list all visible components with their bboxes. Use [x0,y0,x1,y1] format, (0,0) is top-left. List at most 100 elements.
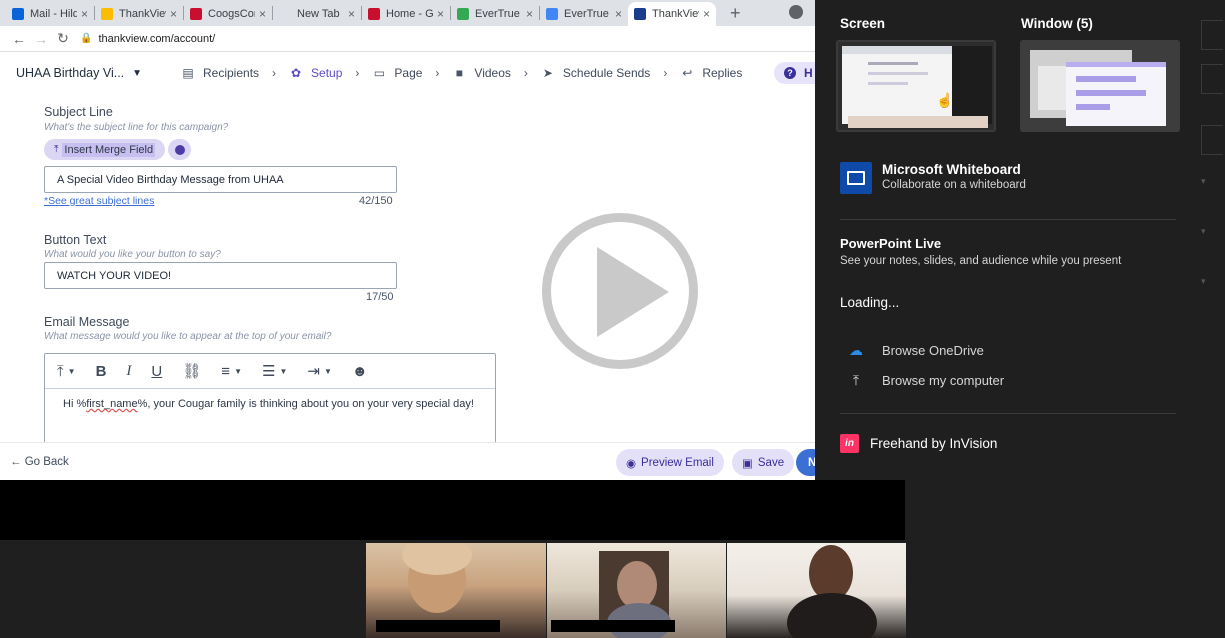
indent-icon[interactable]: ⇥ ▼ [307,362,332,380]
preview-email-button[interactable]: ◉ Preview Email [616,449,724,476]
play-triangle [597,247,669,337]
close-icon[interactable]: × [615,7,622,21]
browse-computer-label: Browse my computer [882,373,1005,388]
teams-side-edge: ▾ ▾ ▾ [1201,0,1225,638]
browser-tab[interactable]: EverTrue Ur × [451,2,539,26]
onedrive-cloud-icon: ☁ [849,342,863,358]
edge-control [1201,64,1223,94]
tab-favicon-icon [457,8,469,20]
whiteboard-icon [840,162,872,194]
step-setup[interactable]: ✿ Setup [289,66,342,80]
thumbnail-video-strip [848,116,988,128]
url-field[interactable]: 🔒 thankview.com/account/ [80,33,215,45]
close-icon[interactable]: × [259,7,266,21]
thumbnail-line [868,82,908,85]
browser-window: Mail - Hilde×ThankView×CoogsConn×New Tab… [0,0,834,480]
chevron-right-icon: › [272,66,277,80]
tab-favicon-icon [101,8,113,20]
step-recipients[interactable]: ▤ Recipients [181,66,259,80]
browser-tab[interactable]: ThankView × [95,2,183,26]
emoji-icon[interactable]: ☻ [352,363,368,380]
close-icon[interactable]: × [703,7,710,21]
chevron-down-icon: ▼ [132,67,143,79]
tab-bar: Mail - Hilde×ThankView×CoogsConn×New Tab… [0,0,815,26]
browser-tab[interactable]: New Tab × [273,2,361,26]
id-card-icon: ▤ [182,66,194,80]
editor-toolbar: ⤒ ▼ B I U ⛓ ≡ ▼ ☰ ▼ ⇥ ▼ ☻ [45,354,495,389]
subject-hint: What's the subject line for this campaig… [44,122,229,133]
step-replies[interactable]: ↩ Replies [680,66,742,80]
body-suffix: %, your Cougar family is thinking about … [137,398,474,410]
bold-icon[interactable]: B [96,363,107,380]
browser-tab[interactable]: EverTrue × [540,2,628,26]
whiteboard-name: Microsoft Whiteboard [882,162,1021,177]
gear-icon: ✿ [291,66,302,80]
align-icon[interactable]: ≡ ▼ [221,363,242,380]
subject-input[interactable]: A Special Video Birthday Message from UH… [44,166,397,193]
close-icon[interactable]: × [437,7,444,21]
window-icon: ▭ [373,66,386,80]
step-label: Videos [474,66,511,80]
thumbnail-line [868,62,918,65]
participant-video-1[interactable] [366,543,546,638]
participant-body [787,593,877,638]
profile-icon[interactable] [789,5,803,19]
button-text-hint: What would you like your button to say? [44,249,221,260]
tab-label: CoogsConn [208,8,255,20]
window-share-thumbnail[interactable] [1020,40,1180,132]
screen-share-thumbnail[interactable]: ☝ [836,40,996,132]
tab-label: New Tab [297,8,340,20]
lock-icon: 🔒 [80,33,93,44]
invision-icon: in [840,434,859,453]
back-arrow-icon[interactable]: ← [8,31,30,47]
divider [840,219,1176,220]
browser-tab[interactable]: ThankView × [628,2,716,26]
email-body[interactable]: Hi %first_name%, your Cougar family is t… [45,389,495,410]
reload-icon[interactable]: ↻ [52,30,74,47]
new-tab-icon[interactable]: + [730,3,741,24]
close-icon[interactable]: × [348,7,355,21]
emoji-button[interactable] [168,139,191,160]
tab-favicon-icon [634,8,646,20]
freehand-label: Freehand by InVision [870,436,998,451]
list-icon[interactable]: ☰ ▼ [262,362,287,380]
close-icon[interactable]: × [170,7,177,21]
participant-video-2[interactable] [547,543,726,638]
step-page[interactable]: ▭ Page [372,66,423,80]
step-schedule-sends[interactable]: ➤ Schedule Sends [541,66,650,80]
browser-tab[interactable]: CoogsConn × [184,2,272,26]
browser-tab[interactable]: Home - Gir × [362,2,450,26]
freehand-option[interactable]: in Freehand by InVision [840,434,997,453]
button-text-input[interactable]: WATCH YOUR VIDEO! [44,262,397,289]
video-camera-icon: ■ [455,66,464,80]
thumbnail-line [1076,104,1110,110]
browse-onedrive-button[interactable]: ☁ Browse OneDrive [848,342,984,359]
link-icon[interactable]: ⛓ [182,362,201,380]
tab-favicon-icon [546,8,558,20]
participant-video-3[interactable] [727,543,906,638]
campaign-selector[interactable]: UHAA Birthday Vi... ▼ [16,66,181,80]
go-back-button[interactable]: ← Go Back [10,456,69,468]
close-icon[interactable]: × [81,7,88,21]
thumbnail-window [842,46,952,124]
chevron-right-icon: › [663,66,668,80]
italic-icon[interactable]: I [126,363,131,380]
divider [840,413,1176,414]
microsoft-whiteboard-option[interactable]: Microsoft Whiteboard Collaborate on a wh… [840,162,1026,194]
forward-arrow-icon[interactable]: → [30,31,52,47]
close-icon[interactable]: × [526,7,533,21]
participant-head [617,561,657,609]
step-videos[interactable]: ■ Videos [452,66,511,80]
paper-plane-icon: ➤ [542,66,553,80]
tab-label: EverTrue Ur [475,8,522,20]
subject-lines-link[interactable]: *See great subject lines [44,195,154,207]
thumbnail-titlebar [842,46,952,54]
save-button[interactable]: ▣ Save [732,449,795,476]
browse-computer-button[interactable]: ⤒ Browse my computer [848,372,1004,389]
body-merge-tag: first_name [86,398,138,410]
merge-icon: ⤒ [54,144,59,155]
browser-tab[interactable]: Mail - Hilde × [6,2,94,26]
insert-merge-field-button[interactable]: ⤒ Insert Merge Field [44,139,166,160]
merge-field-icon[interactable]: ⤒ ▼ [57,363,76,380]
underline-icon[interactable]: U [151,363,162,380]
